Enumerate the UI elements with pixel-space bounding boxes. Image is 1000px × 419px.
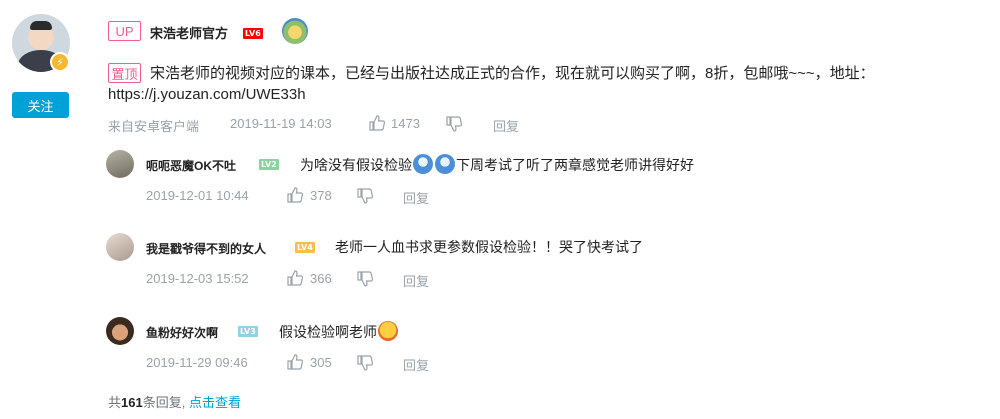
pendant-icon [282,18,308,44]
reply-button[interactable]: 回复 [403,188,429,207]
level-badge: LV4 [295,242,315,253]
author-name[interactable]: 宋浩老师官方 [150,23,228,42]
reply-button[interactable]: 回复 [493,116,519,135]
crying-emoji-icon [378,321,398,341]
comment-time: 2019-11-19 14:03 [230,116,332,131]
reply-text-part: 为啥没有假设检验 [300,157,412,173]
summary-prefix: 共 [108,395,122,410]
like-count: 378 [310,188,332,203]
dislike-icon[interactable] [357,355,373,371]
reply-time: 2019-11-29 09:46 [146,355,248,370]
level-badge: LV2 [259,159,279,170]
reply-avatar[interactable] [106,233,134,261]
emoji-icon [435,154,455,174]
reply-time: 2019-12-01 10:44 [146,188,249,203]
reply-text: 为啥没有假设检验 下周考试了听了两章感觉老师讲得好好 [300,154,694,175]
follow-button[interactable]: 关注 [12,92,69,118]
reply-author[interactable]: 呃呃恶魔OK不吐 [146,157,236,174]
dislike-icon[interactable] [446,116,462,132]
reply-avatar[interactable] [106,150,134,178]
like-icon[interactable] [287,354,303,370]
reply-text: 假设检验啊老师 [279,321,399,342]
reply-avatar[interactable] [106,317,134,345]
level-badge: LV3 [238,326,258,337]
comment-link[interactable]: https://j.youzan.com/UWE33h [108,86,306,103]
dislike-icon[interactable] [357,188,373,204]
reply-button[interactable]: 回复 [403,355,429,374]
like-count: 305 [310,355,332,370]
reply-time: 2019-12-03 15:52 [146,271,249,286]
comment-source: 来自安卓客户端 [108,119,200,134]
avatar-hair [30,21,52,30]
level-badge: LV6 [243,28,263,39]
comment-text: 宋浩老师的视频对应的课本，已经与出版社达成正式的合作，现在就可以购买了啊，8折，… [150,65,875,82]
reply-text-part: 假设检验啊老师 [279,324,377,340]
verified-badge-icon: ⚡ [50,52,70,72]
emoji-icon [413,154,433,174]
reply-text-part: 下周考试了听了两章感觉老师讲得好好 [456,157,694,173]
like-count: 1473 [391,116,420,131]
view-all-link[interactable]: 点击查看 [189,395,241,410]
reply-author[interactable]: 鱼粉好好次啊 [146,324,218,341]
like-count: 366 [310,271,332,286]
reply-author[interactable]: 我是戳爷得不到的女人 [146,240,266,257]
like-icon[interactable] [287,270,303,286]
reply-count: 161 [121,395,143,410]
up-tag: UP [108,21,141,41]
reply-button[interactable]: 回复 [403,271,429,290]
reply-summary: 共161条回复, 点击查看 [108,392,241,411]
dislike-icon[interactable] [357,271,373,287]
summary-suffix: 条回复, [142,395,186,410]
like-icon[interactable] [369,115,385,131]
like-icon[interactable] [287,187,303,203]
reply-text: 老师一人血书求更参数假设检验！！哭了快考试了 [335,239,643,255]
pinned-tag: 置顶 [108,63,141,83]
